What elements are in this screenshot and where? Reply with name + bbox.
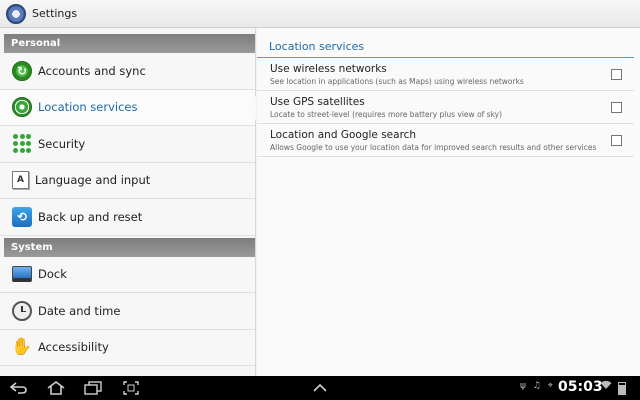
sidebar-item-security[interactable]: Security xyxy=(0,126,255,163)
sidebar-item-label: Back up and reset xyxy=(38,209,143,224)
sidebar-item-language-and-input[interactable]: A Language and input xyxy=(0,162,255,199)
keyboard-icon: A xyxy=(12,171,29,190)
wifi-icon xyxy=(600,380,612,393)
recent-apps-icon[interactable] xyxy=(82,379,104,397)
wireless-networks-checkbox[interactable] xyxy=(611,69,622,80)
sidebar-item-accounts-and-sync[interactable]: ↻ Accounts and sync xyxy=(0,53,255,90)
backup-icon: ⟲ xyxy=(12,206,32,227)
sidebar-item-location-services[interactable]: Location services xyxy=(0,89,256,126)
sidebar-item-accessibility[interactable]: ✋ Accessibility xyxy=(0,329,255,366)
clock-time: 05:03 xyxy=(558,379,603,395)
option-location-and-google-search[interactable]: Location and Google search Allows Google… xyxy=(257,124,634,157)
sidebar-item-dock[interactable]: Dock xyxy=(0,256,255,293)
option-use-gps-satellites[interactable]: Use GPS satellites Locate to street-leve… xyxy=(257,91,634,124)
battery-icon xyxy=(618,382,626,395)
screenshot-icon[interactable] xyxy=(120,379,142,397)
sidebar-item-label: Dock xyxy=(38,267,67,282)
google-search-checkbox[interactable] xyxy=(611,135,622,146)
section-header-personal: Personal xyxy=(4,34,255,53)
clock-icon xyxy=(12,300,32,321)
option-title: Location and Google search xyxy=(270,129,417,141)
sidebar-item-back-up-and-reset[interactable]: ⟲ Back up and reset xyxy=(0,199,255,236)
title-bar: Settings xyxy=(0,0,640,28)
sidebar-item-label: Security xyxy=(38,136,86,151)
app-title: Settings xyxy=(32,7,78,20)
notification-icons: ψ ♫ ⌖ xyxy=(520,381,555,391)
location-icon xyxy=(12,97,32,118)
hand-icon: ✋ xyxy=(11,337,33,358)
option-title: Use GPS satellites xyxy=(270,96,365,108)
option-description: See location in applications (such as Ma… xyxy=(270,77,524,86)
dock-icon xyxy=(12,264,32,284)
system-nav-bar: ψ ♫ ⌖ 05:03 xyxy=(0,376,640,400)
location-services-panel: Location services Use wireless networks … xyxy=(257,28,640,376)
option-description: Locate to street-level (requires more ba… xyxy=(270,110,503,119)
sidebar-item-label: Accounts and sync xyxy=(38,63,146,78)
sidebar-item-date-and-time[interactable]: Date and time xyxy=(0,293,255,330)
settings-app-icon xyxy=(6,3,26,24)
gps-satellites-checkbox[interactable] xyxy=(611,102,622,113)
sidebar-item-label: Location services xyxy=(38,100,138,115)
sidebar-item-label: Accessibility xyxy=(38,340,109,355)
settings-sidebar: Personal ↻ Accounts and sync Location se… xyxy=(0,28,256,376)
section-header-system: System xyxy=(4,237,255,257)
sidebar-item-label: Language and input xyxy=(35,173,151,188)
home-icon[interactable] xyxy=(44,379,68,397)
panel-title: Location services xyxy=(257,28,634,58)
option-title: Use wireless networks xyxy=(270,63,387,75)
sync-icon: ↻ xyxy=(12,60,32,81)
chevron-up-icon[interactable] xyxy=(310,379,330,397)
option-description: Allows Google to use your location data … xyxy=(270,143,597,152)
sidebar-item-label: Date and time xyxy=(38,303,121,318)
back-icon[interactable] xyxy=(8,379,30,397)
security-icon xyxy=(12,134,32,154)
option-use-wireless-networks[interactable]: Use wireless networks See location in ap… xyxy=(257,58,634,91)
